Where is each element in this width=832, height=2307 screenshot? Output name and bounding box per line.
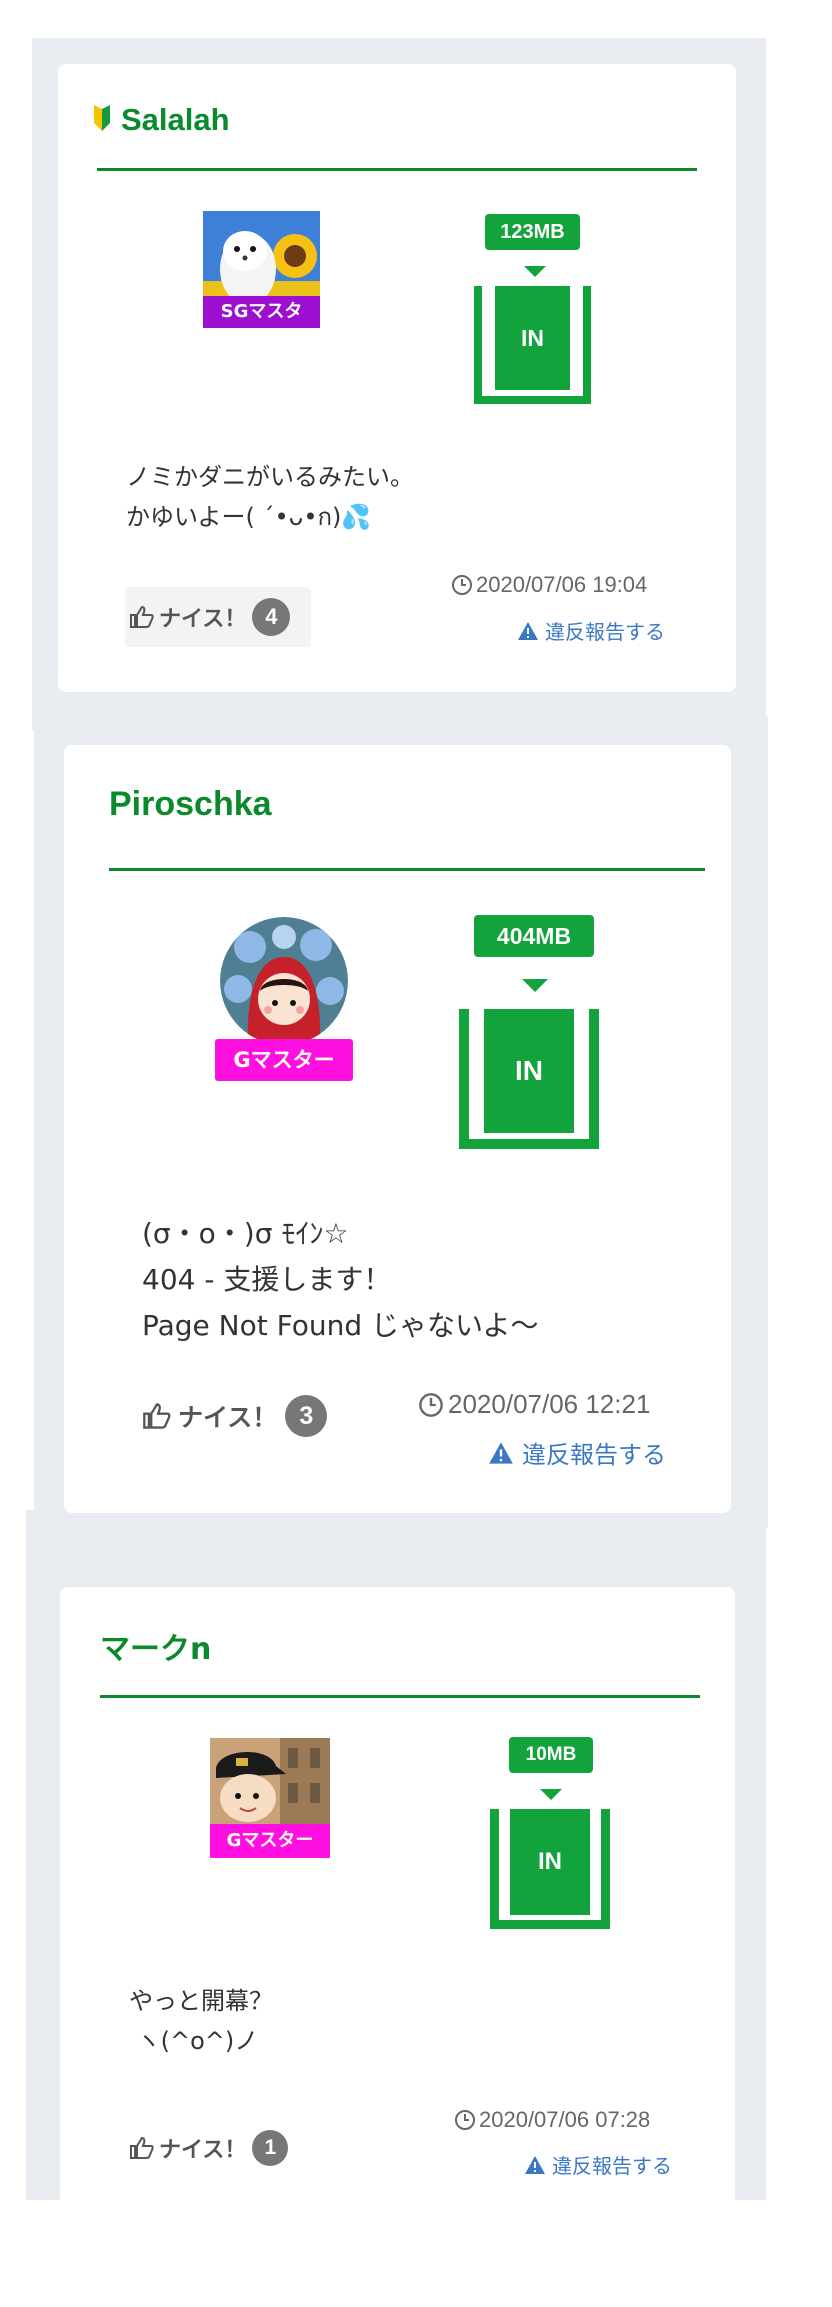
username[interactable]: Salalah xyxy=(121,102,230,138)
post-card: Piroschka Gマスター 404MB IN (σ・ο・)σ ﾓｲﾝ☆ 40… xyxy=(64,745,731,1513)
rank-badge: Gマスター xyxy=(210,1824,330,1858)
post-card: マークn Gマスター 10MB IN やっと開幕？ ヽ(^o^)ノ ナイス！ 1… xyxy=(60,1587,735,2235)
arrow-down-icon xyxy=(522,979,548,992)
timestamp-text: 2020/07/06 12:21 xyxy=(448,1389,651,1419)
post-message: やっと開幕？ ヽ(^o^)ノ xyxy=(129,1987,273,2055)
nice-count: 3 xyxy=(285,1395,328,1437)
avatar[interactable]: Gマスター xyxy=(210,1738,330,1858)
report-link[interactable]: 違反報告する xyxy=(524,2150,672,2179)
data-size-badge: 123MB xyxy=(485,214,580,250)
beginner-mark-icon xyxy=(94,105,110,131)
username[interactable]: Piroschka xyxy=(109,785,272,824)
warning-icon xyxy=(518,621,538,640)
data-size-badge: 10MB xyxy=(509,1737,593,1773)
timestamp-text: 2020/07/06 07:28 xyxy=(479,2107,651,2132)
username-underline xyxy=(100,1695,700,1698)
clock-icon xyxy=(455,2110,475,2130)
post-timestamp: 2020/07/06 07:28 xyxy=(454,2107,650,2133)
username-underline xyxy=(97,168,697,171)
username-underline xyxy=(109,868,705,871)
report-label: 違反報告する xyxy=(545,620,665,644)
in-label: IN xyxy=(484,1009,574,1133)
thumbs-up-icon xyxy=(130,605,154,628)
nice-count: 4 xyxy=(252,598,291,636)
report-link[interactable]: 違反報告する xyxy=(488,1435,666,1470)
post-message: (σ・ο・)σ ﾓｲﾝ☆ 404 - 支援します！ Page Not Found… xyxy=(142,1217,539,1342)
timestamp-text: 2020/07/06 19:04 xyxy=(476,572,648,597)
rank-badge: SGマスタ xyxy=(203,296,320,328)
post-timestamp: 2020/07/06 12:21 xyxy=(418,1389,650,1420)
clock-icon xyxy=(419,1392,443,1417)
nice-label: ナイス！ xyxy=(159,607,247,632)
thumbs-up-icon xyxy=(143,1403,171,1429)
post-message: ノミかダニがいるみたい。 かゆいよー( ´•ᴗ•ก)💦 xyxy=(126,463,414,531)
thumbs-up-icon xyxy=(130,2136,154,2159)
warning-icon xyxy=(489,1441,513,1464)
warning-icon xyxy=(525,2155,545,2174)
post-timestamp: 2020/07/06 19:04 xyxy=(451,572,647,598)
rank-badge: Gマスター xyxy=(215,1039,353,1081)
in-label: IN xyxy=(510,1809,590,1915)
report-label: 違反報告する xyxy=(552,2154,672,2178)
nice-button[interactable]: ナイス！ 1 xyxy=(129,2127,289,2169)
arrow-down-icon xyxy=(540,1789,562,1800)
data-size-badge: 404MB xyxy=(474,915,594,957)
clock-icon xyxy=(452,575,472,595)
nice-label: ナイス！ xyxy=(159,2138,247,2163)
username[interactable]: マークn xyxy=(100,1624,211,1668)
report-label: 違反報告する xyxy=(522,1441,666,1469)
report-link[interactable]: 違反報告する xyxy=(517,616,665,645)
nice-count: 1 xyxy=(252,2130,289,2166)
avatar[interactable] xyxy=(220,917,348,1045)
avatar[interactable]: SGマスタ xyxy=(203,211,320,328)
nice-label: ナイス！ xyxy=(178,1403,278,1432)
arrow-down-icon xyxy=(524,266,546,277)
nice-button[interactable]: ナイス！ 3 xyxy=(142,1392,328,1440)
post-card: Salalah SGマスタ 123MB IN ノミかダニがいるみたい。 かゆいよ… xyxy=(58,64,736,692)
nice-button[interactable]: ナイス！ 4 xyxy=(125,587,311,647)
in-label: IN xyxy=(495,286,570,390)
